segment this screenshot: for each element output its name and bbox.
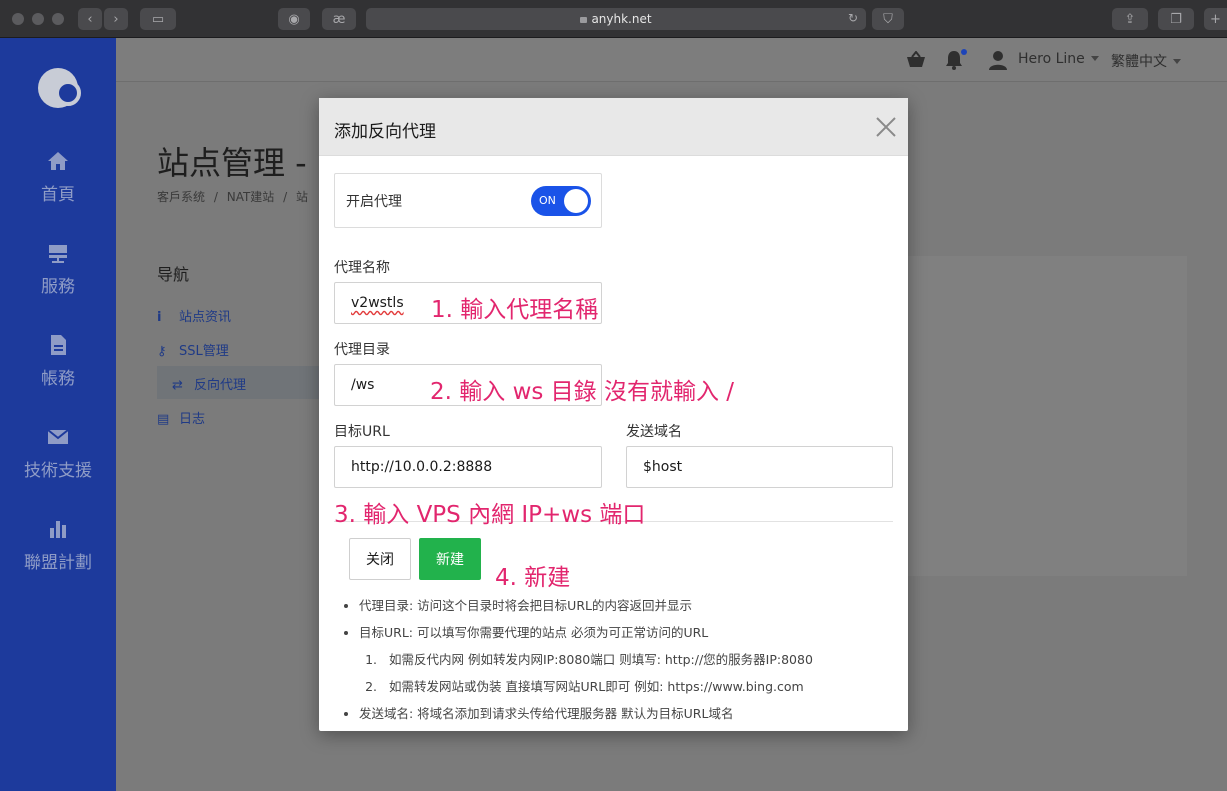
logo[interactable] [38, 68, 81, 108]
annotation-step-2: 2. 輸入 ws 目錄 沒有就輸入 / [430, 379, 735, 405]
enable-proxy-row: 开启代理 ON [334, 173, 602, 228]
sidebar-item-label: 首頁 [41, 185, 75, 205]
basket-icon[interactable] [906, 51, 926, 69]
address-bar[interactable]: anyhk.net ↻ [366, 8, 866, 30]
user-menu[interactable]: Hero Line [1018, 51, 1099, 67]
proxy-name-label: 代理名称 [334, 260, 390, 276]
share-button[interactable]: ⇪ [1112, 8, 1148, 30]
chevron-left-icon: ‹ [87, 11, 93, 27]
breadcrumb-item[interactable]: 站 [296, 190, 308, 204]
new-tab-button[interactable]: + [1204, 8, 1227, 30]
language-menu[interactable]: 繁體中文 [1111, 51, 1181, 71]
target-url-label: 目标URL [334, 424, 390, 440]
toggle-state-text: ON [539, 194, 556, 207]
browser-toolbar: ‹ › ▭ ◉ æ anyhk.net ↻ ⛉ ⇪ ❐ + [0, 0, 1227, 38]
create-button[interactable]: 新建 [419, 538, 481, 580]
breadcrumb: 客戶系统 / NAT建站 / 站 [157, 190, 309, 204]
sidebar-item-home[interactable]: 首頁 [0, 150, 116, 205]
nav-item-ssl[interactable]: ⚷ SSL管理 [157, 340, 229, 359]
note-item: 代理目录: 访问这个目录时将会把目标URL的内容返回并显示 [359, 595, 899, 614]
info-icon: i [157, 310, 162, 325]
user-name: Hero Line [1018, 51, 1085, 67]
modal-header: 添加反向代理 [319, 98, 908, 156]
send-domain-label: 发送域名 [626, 424, 682, 440]
sidebar: 首頁 服務 帳務 技術支援 聯盟計劃 [0, 38, 116, 791]
url-text: anyhk.net [591, 12, 652, 26]
chevron-down-icon [1173, 59, 1181, 64]
sidebar-item-affiliate[interactable]: 聯盟計劃 [0, 518, 116, 573]
tabs-icon: ❐ [1170, 11, 1182, 27]
chevron-right-icon: › [113, 11, 119, 27]
enable-proxy-label: 开启代理 [346, 194, 402, 210]
note-item: 发送域名: 将域名添加到请求头传给代理服务器 默认为目标URL域名 [359, 703, 899, 722]
password-button[interactable]: ◉ [278, 8, 310, 30]
nav-item-site-info[interactable]: i 站点资讯 [157, 306, 231, 325]
back-button[interactable]: ‹ [78, 8, 102, 30]
annotation-step-1: 1. 輸入代理名稱 [431, 297, 599, 323]
sidebar-item-label: 技術支援 [24, 461, 92, 481]
share-icon: ⇪ [1124, 11, 1136, 27]
chevron-down-icon [1090, 56, 1099, 61]
clipboard-icon: ▤ [157, 412, 170, 427]
password-icon: ◉ [288, 11, 300, 27]
reload-icon[interactable]: ↻ [848, 11, 858, 25]
sidebar-item-label: 服務 [41, 277, 75, 297]
toggle-knob [564, 189, 588, 213]
close-icon[interactable] [875, 116, 897, 138]
nav-item-reverse-proxy[interactable]: ⇄ 反向代理 [172, 374, 246, 393]
content-card [908, 256, 1187, 576]
language-name: 繁體中文 [1111, 54, 1167, 70]
modal-title: 添加反向代理 [334, 122, 436, 142]
sidebar-item-label: 聯盟計劃 [24, 553, 92, 573]
privacy-button[interactable]: ⛉ [872, 8, 904, 30]
sync-icon: ⇄ [172, 378, 183, 393]
server-icon [49, 245, 67, 263]
note-subitem: 如需反代内网 例如转发内网IP:8080端口 则填写: http://您的服务器… [381, 649, 899, 668]
extension-icon: æ [332, 11, 346, 27]
close-button[interactable]: 关闭 [349, 538, 411, 580]
bar-chart-icon [50, 521, 66, 538]
plus-icon: + [1210, 11, 1221, 27]
breadcrumb-item[interactable]: NAT建站 [227, 190, 275, 204]
enable-proxy-toggle[interactable]: ON [531, 186, 591, 216]
sidebar-item-support[interactable]: 技術支援 [0, 426, 116, 481]
proxy-dir-label: 代理目录 [334, 342, 390, 358]
zoom-window-button[interactable] [52, 13, 64, 25]
mail-icon [47, 429, 69, 444]
user-icon [989, 51, 1007, 70]
note-sublist: 如需反代内网 例如转发内网IP:8080端口 则填写: http://您的服务器… [359, 649, 899, 695]
document-icon [51, 335, 66, 355]
sidebar-icon: ▭ [151, 11, 165, 27]
send-domain-input[interactable]: $host [626, 446, 893, 488]
annotation-step-3: 3. 輸入 VPS 內網 IP+ws 端口 [334, 502, 646, 528]
annotation-step-4: 4. 新建 [495, 565, 571, 591]
top-bar: Hero Line 繁體中文 [116, 38, 1227, 82]
note-item: 目标URL: 可以填写你需要代理的站点 必须为可正常访问的URL 如需反代内网 … [359, 622, 899, 695]
breadcrumb-item[interactable]: 客戶系统 [157, 190, 205, 204]
close-window-button[interactable] [12, 13, 24, 25]
help-notes: 代理目录: 访问这个目录时将会把目标URL的内容返回并显示 目标URL: 可以填… [359, 595, 899, 730]
notification-dot [961, 49, 967, 55]
sidebar-item-label: 帳務 [41, 369, 75, 389]
minimize-window-button[interactable] [32, 13, 44, 25]
page-title: 站点管理 - [157, 144, 307, 182]
forward-button[interactable]: › [104, 8, 128, 30]
sidebar-toggle-button[interactable]: ▭ [140, 8, 176, 30]
key-icon: ⚷ [157, 344, 167, 359]
target-url-input[interactable]: http://10.0.0.2:8888 [334, 446, 602, 488]
nav-item-logs[interactable]: ▤ 日志 [157, 408, 205, 427]
lock-icon [580, 17, 588, 23]
tabs-button[interactable]: ❐ [1158, 8, 1194, 30]
extension-button[interactable]: æ [322, 8, 356, 30]
nav-title: 导航 [157, 265, 190, 284]
sidebar-item-services[interactable]: 服務 [0, 242, 116, 297]
add-reverse-proxy-modal: 添加反向代理 开启代理 ON 代理名称 v2wstls 代理目录 /ws 目标U… [319, 98, 908, 731]
sidebar-item-billing[interactable]: 帳務 [0, 334, 116, 389]
shield-icon: ⛉ [883, 11, 893, 27]
home-icon [48, 152, 68, 170]
note-subitem: 如需转发网站或伪装 直接填写网站URL即可 例如: https://www.bi… [381, 676, 899, 695]
